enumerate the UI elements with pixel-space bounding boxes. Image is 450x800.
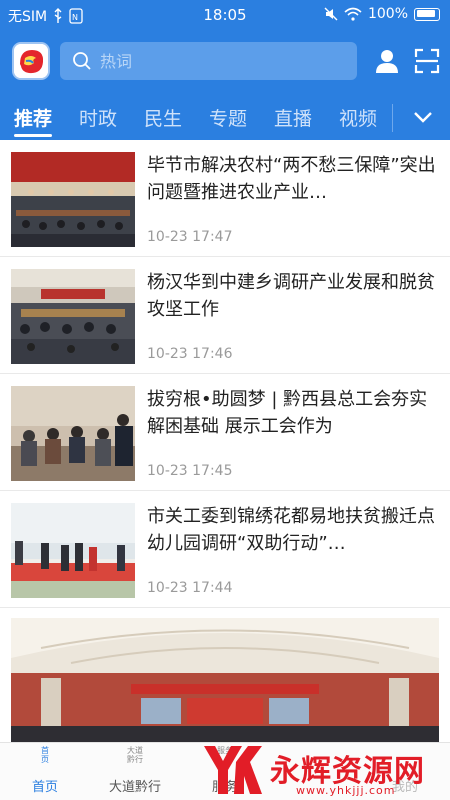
dadao-icon: 大道 黔行	[127, 746, 143, 764]
nav-dadao[interactable]: 大道 黔行 大道黔行	[90, 743, 180, 800]
news-time: 10-23 17:47	[147, 229, 233, 245]
list-item[interactable]: 拔穷根•助圆梦 | 黔西县总工会夯实解困基础 展示工会作为 10-23 17:4…	[0, 374, 450, 491]
news-thumbnail	[11, 503, 135, 598]
chevron-down-icon[interactable]	[412, 106, 434, 128]
tab-video[interactable]: 视频	[339, 104, 377, 131]
news-time: 10-23 17:46	[147, 346, 233, 362]
tab-politics[interactable]: 时政	[79, 104, 117, 131]
news-title: 拔穷根•助圆梦 | 黔西县总工会夯实解困基础 展示工会作为	[147, 389, 428, 437]
home-icon: 首页	[41, 746, 49, 764]
news-title: 毕节市解决农村“两不愁三保障”突出问题暨推进农业产业…	[147, 155, 436, 203]
watermark: 永辉资源网 www.yhkjjj.com	[200, 740, 450, 800]
battery-icon	[414, 7, 440, 21]
list-item[interactable]: 毕节市解决农村“两不愁三保障”突出问题暨推进农业产业… 10-23 17:47	[0, 140, 450, 257]
news-title: 杨汉华到中建乡调研产业发展和脱贫攻坚工作	[147, 272, 435, 320]
category-tabs: 推荐 时政 民生 专题 直播 视频	[0, 96, 450, 140]
tabs-divider	[392, 104, 393, 132]
news-thumbnail	[11, 152, 135, 247]
tab-special[interactable]: 专题	[209, 104, 247, 131]
logo-icon	[14, 44, 48, 78]
search-row	[0, 40, 450, 84]
user-icon[interactable]	[374, 48, 400, 74]
battery-percent: 100%	[367, 6, 408, 22]
status-right: 100%	[324, 6, 440, 22]
news-thumbnail	[11, 269, 135, 364]
watermark-logo-icon	[204, 746, 262, 794]
news-title: 市关工委到锦绣花都易地扶贫搬迁点幼儿园调研“双助行动”…	[147, 506, 435, 554]
nav-home[interactable]: 首页 首页	[0, 743, 90, 800]
app-logo[interactable]	[12, 42, 50, 80]
tab-live[interactable]: 直播	[274, 104, 312, 131]
wifi-icon	[344, 7, 362, 21]
news-time: 10-23 17:45	[147, 463, 233, 479]
status-bar: 无SIM N 18:05 100%	[0, 0, 450, 30]
watermark-url: www.yhkjjj.com	[296, 784, 396, 797]
tab-livelihood[interactable]: 民生	[144, 104, 182, 131]
search-input[interactable]	[100, 51, 340, 71]
mute-icon	[324, 7, 338, 21]
news-thumbnail	[11, 386, 135, 481]
news-time: 10-23 17:44	[147, 580, 233, 596]
active-tab-indicator	[14, 134, 52, 137]
tab-recommend[interactable]: 推荐	[14, 104, 52, 131]
app-header: 无SIM N 18:05 100% 热词 推荐 时政 民生 专题 直播 视频	[0, 0, 450, 140]
search-box[interactable]	[60, 42, 357, 80]
scan-icon[interactable]	[414, 48, 440, 74]
nav-dadao-label: 大道黔行	[108, 780, 161, 795]
search-icon	[73, 52, 91, 70]
nav-home-label: 首页	[31, 780, 58, 795]
list-item[interactable]: 市关工委到锦绣花都易地扶贫搬迁点幼儿园调研“双助行动”… 10-23 17:44	[0, 491, 450, 608]
list-item[interactable]: 杨汉华到中建乡调研产业发展和脱贫攻坚工作 10-23 17:46	[0, 257, 450, 374]
news-large-image[interactable]	[11, 618, 439, 744]
